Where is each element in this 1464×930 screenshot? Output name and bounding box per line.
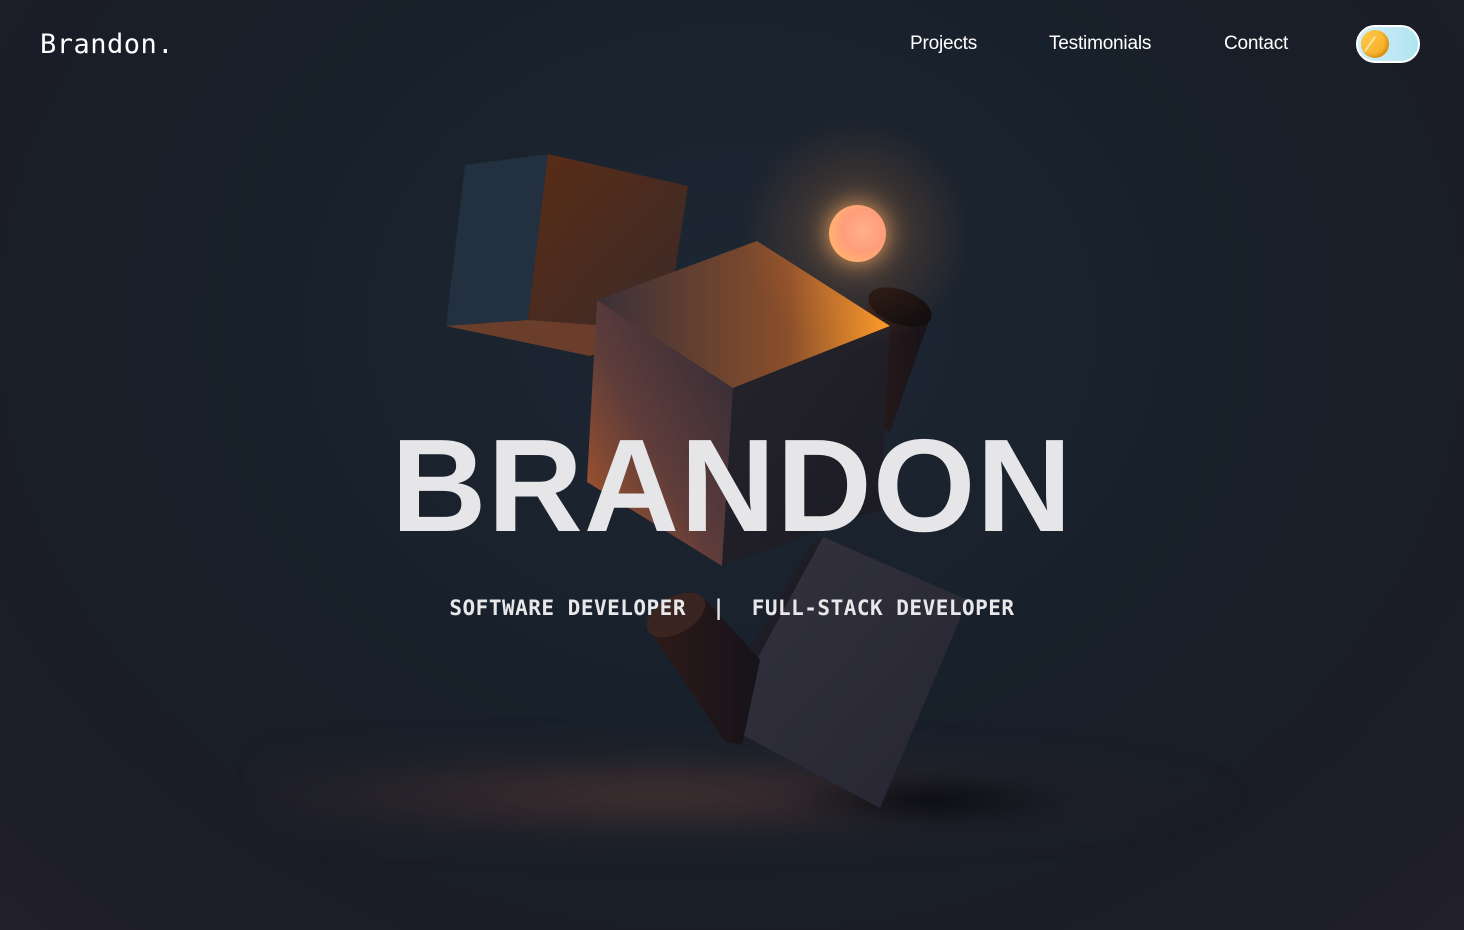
nav-link-projects[interactable]: Projects xyxy=(910,33,977,55)
sun-icon xyxy=(1361,30,1389,58)
subtitle-role-fullstack: FULL-STACK DEVELOPER xyxy=(751,596,1015,620)
hero-subtitle: SOFTWARE DEVELOPER | FULL-STACK DEVELOPE… xyxy=(0,596,1464,620)
glowing-orb xyxy=(829,205,886,262)
subtitle-role-software: SOFTWARE DEVELOPER xyxy=(449,596,686,620)
subtitle-separator: | xyxy=(712,596,726,620)
site-logo[interactable]: Brandon. xyxy=(40,29,174,60)
nav-link-contact[interactable]: Contact xyxy=(1224,33,1288,55)
top-navigation: Brandon. Projects Testimonials Contact xyxy=(0,0,1464,90)
hero-title: BRANDON xyxy=(391,412,1073,559)
theme-toggle[interactable] xyxy=(1356,25,1420,63)
nav-link-testimonials[interactable]: Testimonials xyxy=(1049,33,1151,55)
